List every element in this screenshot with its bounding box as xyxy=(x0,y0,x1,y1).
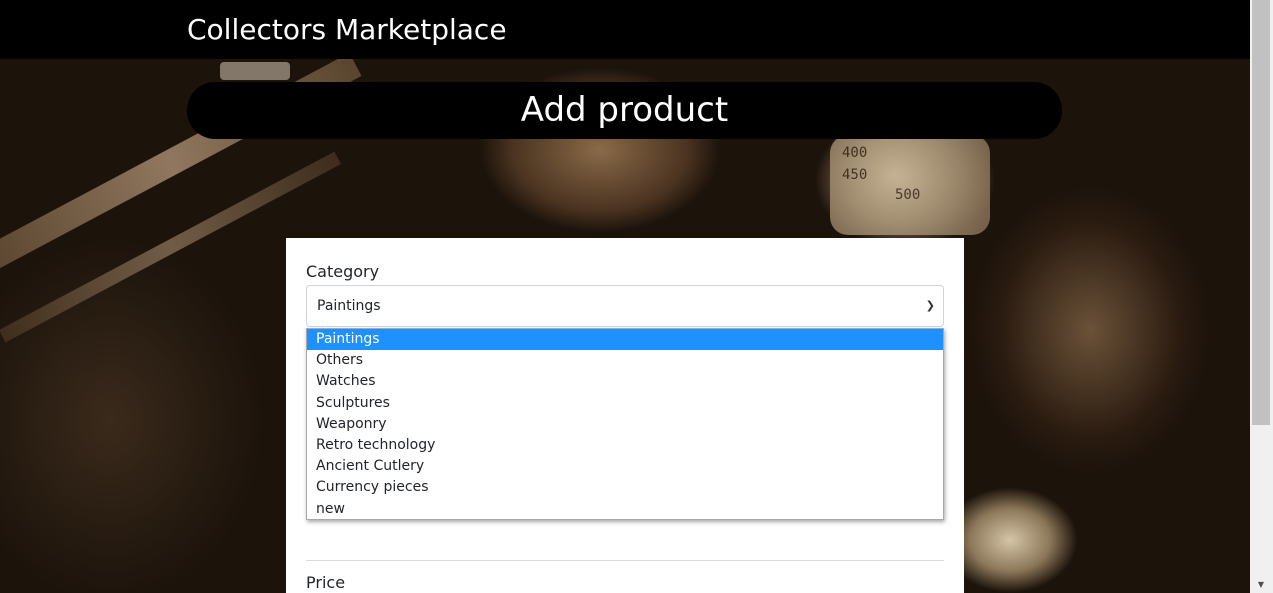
brand-link[interactable]: Collectors Marketplace xyxy=(187,12,507,48)
category-option-weaponry[interactable]: Weaponry xyxy=(307,414,943,435)
page-title: Add product xyxy=(187,82,1062,139)
form-divider xyxy=(306,560,944,561)
bg-gauge: 400 450 500 xyxy=(830,135,990,235)
category-option-sculptures[interactable]: Sculptures xyxy=(307,393,943,414)
bg-gauge-label: 400 xyxy=(842,145,868,161)
bg-gauge-label: 450 xyxy=(842,167,868,183)
category-option-ancient-cutlery[interactable]: Ancient Cutlery xyxy=(307,456,943,477)
category-option-currency-pieces[interactable]: Currency pieces xyxy=(307,477,943,498)
category-option-others[interactable]: Others xyxy=(307,350,943,371)
category-select[interactable]: Paintings ❯ xyxy=(306,285,944,327)
category-label: Category xyxy=(306,262,380,281)
category-option-retro-technology[interactable]: Retro technology xyxy=(307,435,943,456)
category-dropdown-list[interactable]: Paintings Others Watches Sculptures Weap… xyxy=(306,328,944,520)
category-select-value: Paintings xyxy=(317,298,381,314)
top-navbar: Collectors Marketplace xyxy=(0,0,1250,59)
bg-gauge-label: 500 xyxy=(895,187,921,203)
page-scrollbar-thumb[interactable] xyxy=(1252,0,1270,425)
chevron-down-icon: ❯ xyxy=(925,299,935,312)
scroll-down-arrow-icon[interactable]: ▼ xyxy=(1252,578,1270,592)
category-option-new[interactable]: new xyxy=(307,499,943,520)
price-label: Price xyxy=(306,573,346,592)
bg-highlight xyxy=(220,62,290,80)
category-option-paintings[interactable]: Paintings xyxy=(307,329,943,351)
category-option-watches[interactable]: Watches xyxy=(307,371,943,392)
